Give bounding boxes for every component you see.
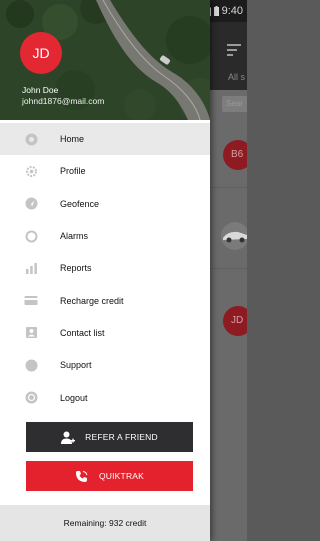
contacts-icon xyxy=(24,326,38,340)
user-avatar[interactable]: JD xyxy=(20,32,62,74)
vehicle-thumbnail-icon xyxy=(221,222,247,250)
background-tab-label: All s xyxy=(228,72,246,82)
filter-menu-icon xyxy=(227,44,241,56)
menu-label: Profile xyxy=(60,166,86,177)
menu-label: Recharge credit xyxy=(60,295,124,306)
background-avatar: JD xyxy=(223,306,247,336)
menu-item-alarms[interactable]: Alarms xyxy=(0,220,210,252)
menu-item-geofence[interactable]: Geofence xyxy=(0,188,210,220)
menu-item-recharge-credit[interactable]: Recharge credit xyxy=(0,284,210,316)
drawer-menu: Home Profile Geofence Alarms Reports Rec… xyxy=(0,123,210,414)
reports-icon xyxy=(24,261,38,275)
divider xyxy=(210,187,247,188)
refer-user-icon xyxy=(61,430,76,444)
alarm-icon xyxy=(24,229,38,243)
refer-a-friend-button[interactable]: REFER A FRIEND xyxy=(26,422,193,452)
menu-label: Alarms xyxy=(60,231,89,242)
menu-item-support[interactable]: Support xyxy=(0,349,210,381)
home-icon xyxy=(24,132,38,146)
background-avatar: B6 xyxy=(223,140,247,170)
geofence-icon xyxy=(24,197,38,211)
menu-label: Reports xyxy=(60,263,92,274)
phone-icon xyxy=(75,469,89,483)
background-search-input: Sear xyxy=(222,96,247,112)
menu-item-logout[interactable]: Logout xyxy=(0,381,210,413)
user-name: John Doe xyxy=(22,85,59,95)
menu-label: Support xyxy=(60,360,92,371)
recharge-icon xyxy=(24,294,38,308)
menu-label: Logout xyxy=(60,392,88,403)
status-time: 9:40 xyxy=(221,5,243,17)
menu-item-reports[interactable]: Reports xyxy=(0,252,210,284)
remaining-credit-text: Remaining: 932 credit xyxy=(63,518,147,528)
battery-icon xyxy=(213,6,219,16)
divider xyxy=(210,268,247,269)
credit-footer: Remaining: 932 credit xyxy=(0,505,210,541)
menu-label: Geofence xyxy=(60,198,100,209)
refer-button-label: REFER A FRIEND xyxy=(85,432,158,442)
navigation-drawer: JD John Doe johnd1876@mail.com Home Prof… xyxy=(0,0,210,541)
menu-label: Home xyxy=(60,134,85,145)
profile-icon xyxy=(24,164,38,178)
menu-item-profile[interactable]: Profile xyxy=(0,155,210,187)
menu-item-home[interactable]: Home xyxy=(0,123,210,156)
quiktrak-button[interactable]: QUIKTRAK xyxy=(26,461,193,491)
menu-item-contact-list[interactable]: Contact list xyxy=(0,317,210,349)
quiktrak-button-label: QUIKTRAK xyxy=(98,471,145,481)
support-icon xyxy=(24,358,38,372)
drawer-header: JD John Doe johnd1876@mail.com xyxy=(0,0,210,120)
logout-icon xyxy=(24,391,38,405)
user-email: johnd1876@mail.com xyxy=(22,96,105,106)
menu-label: Contact list xyxy=(60,327,105,338)
app-screen: 9:40 All s Sear B6 JD JD John Doe johnd1… xyxy=(0,0,247,541)
